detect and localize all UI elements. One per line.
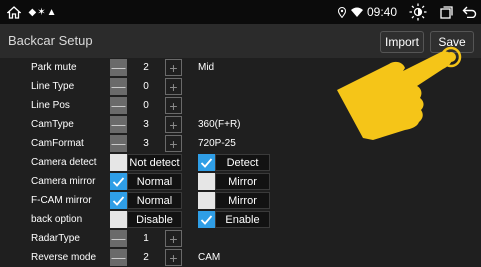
increment-button[interactable]: + [165,230,182,247]
checkbox-empty-icon[interactable] [198,192,215,209]
row-label: Reverse mode [31,252,97,263]
row-value-text: 360(F+R) [198,119,241,130]
location-icon [337,0,347,24]
checkbox-empty-icon[interactable] [198,173,215,190]
stepper-value: 2 [143,62,149,73]
increment-button[interactable]: + [165,59,182,76]
home-icon[interactable] [6,0,22,24]
decrement-button[interactable]: — [110,78,127,95]
option-label: Normal [127,192,182,209]
decrement-button[interactable]: — [110,249,127,266]
brightness-icon[interactable] [408,0,428,24]
option-label: Mirror [215,192,270,209]
row-label: F-CAM mirror [31,195,92,206]
option-label: Disable [127,211,182,228]
row-label: RadarType [31,233,80,244]
value-stepper: — 0 + [110,78,182,95]
decrement-button[interactable]: — [110,116,127,133]
option-a-toggle[interactable]: Not detect [110,154,182,171]
stepper-value: 1 [143,233,149,244]
option-a-toggle[interactable]: Disable [110,211,182,228]
wifi-icon [350,0,364,24]
settings-row: back option Disable Enable [0,210,481,229]
checkbox-empty-icon[interactable] [110,154,127,171]
value-stepper: — 2 + [110,59,182,76]
row-label: Park mute [31,62,77,73]
settings-row: F-CAM mirror Normal Mirror [0,191,481,210]
row-value-text: Mid [198,62,215,73]
row-label: Camera mirror [31,176,96,187]
settings-row: Camera detect Not detect Detect [0,153,481,172]
option-b-toggle[interactable]: Mirror [198,173,270,190]
option-b-toggle[interactable]: Detect [198,154,270,171]
decrement-button[interactable]: — [110,230,127,247]
option-a-toggle[interactable]: Normal [110,192,182,209]
back-icon[interactable] [461,0,477,24]
value-stepper: — 3 + [110,116,182,133]
page-title: Backcar Setup [8,33,93,48]
clock: 09:40 [367,5,398,19]
row-value-text: CAM [198,252,221,263]
increment-button[interactable]: + [165,97,182,114]
increment-button[interactable]: + [165,135,182,152]
increment-button[interactable]: + [165,249,182,266]
pointing-hand-icon [337,46,462,140]
decrement-button[interactable]: — [110,59,127,76]
checkbox-checked-icon[interactable] [198,154,215,171]
settings-row: RadarType — 1 + [0,229,481,248]
row-label: Line Type [31,81,75,92]
row-value-text: 720P-25 [198,138,236,149]
option-label: Mirror [215,173,270,190]
row-label: CamFormat [31,138,84,149]
decrement-button[interactable]: — [110,135,127,152]
value-stepper: — 1 + [110,230,182,247]
increment-button[interactable]: + [165,116,182,133]
decrement-button[interactable]: — [110,97,127,114]
option-b-toggle[interactable]: Mirror [198,192,270,209]
status-bar: ◆✶▲ 09:40 [0,0,481,24]
row-label: Camera detect [31,157,97,168]
settings-row: Reverse mode — 2 + CAM [0,248,481,267]
stepper-value: 2 [143,252,149,263]
settings-row: Camera mirror Normal Mirror [0,172,481,191]
value-stepper: — 0 + [110,97,182,114]
option-label: Detect [215,154,270,171]
notification-icons: ◆✶▲ [28,6,58,18]
checkbox-empty-icon[interactable] [110,211,127,228]
option-label: Not detect [127,154,182,171]
stepper-value: 3 [143,138,149,149]
row-label: back option [31,214,83,225]
option-a-toggle[interactable]: Normal [110,173,182,190]
value-stepper: — 3 + [110,135,182,152]
checkbox-checked-icon[interactable] [110,173,127,190]
row-label: CamType [31,119,74,130]
value-stepper: — 2 + [110,249,182,266]
stepper-value: 0 [143,100,149,111]
option-label: Normal [127,173,182,190]
option-b-toggle[interactable]: Enable [198,211,270,228]
checkbox-checked-icon[interactable] [110,192,127,209]
stepper-value: 0 [143,81,149,92]
stepper-value: 3 [143,119,149,130]
checkbox-checked-icon[interactable] [198,211,215,228]
recent-apps-icon[interactable] [439,0,453,24]
row-label: Line Pos [31,100,70,111]
option-label: Enable [215,211,270,228]
increment-button[interactable]: + [165,78,182,95]
